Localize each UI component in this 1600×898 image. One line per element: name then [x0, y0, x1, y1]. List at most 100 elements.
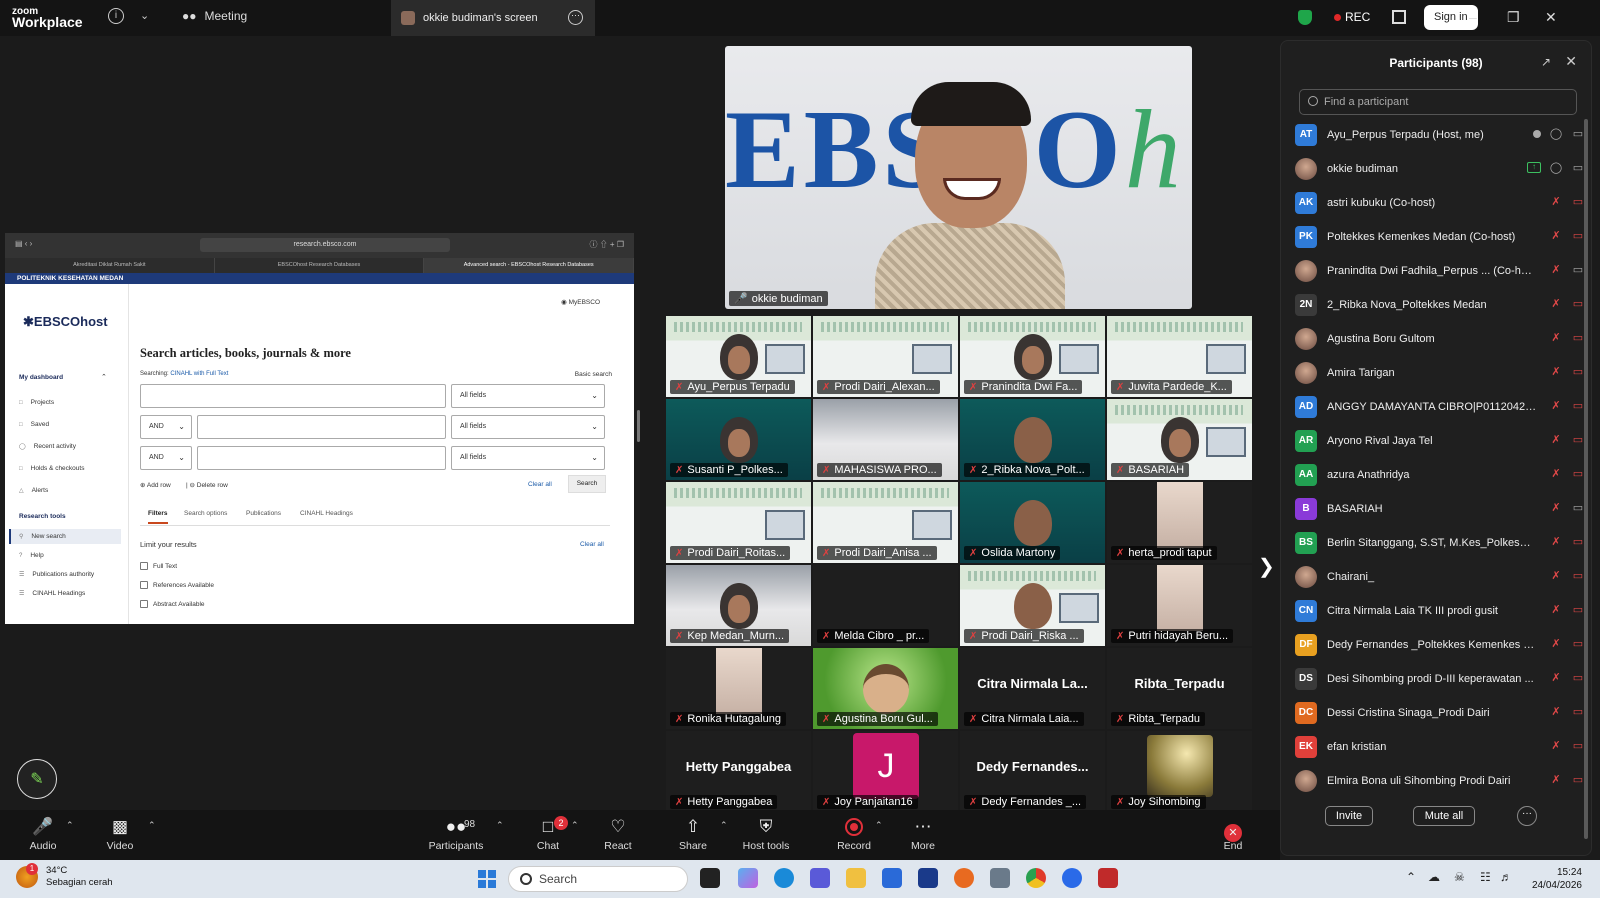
more-options-icon[interactable]: ···	[568, 10, 583, 25]
close-panel-icon[interactable]: ✕	[1565, 53, 1577, 70]
participants-scrollbar[interactable]	[1584, 119, 1588, 839]
screen-share-tab[interactable]: okkie budiman's screen ···	[391, 0, 595, 36]
video-tile[interactable]: ✗ Joy Sihombing	[1107, 731, 1252, 812]
volume-icon[interactable]: ♬	[1500, 870, 1512, 884]
video-tile[interactable]: ✗ Ronika Hutagalung	[666, 648, 811, 729]
video-tile[interactable]: ✗ herta_prodi taput	[1107, 482, 1252, 563]
app-icon[interactable]	[918, 868, 938, 888]
participant-row[interactable]: BS Berlin Sitanggang, S.ST, M.Kes_Polkesm…	[1295, 526, 1585, 560]
participant-row[interactable]: AA azura Anathridya ✗ ▭	[1295, 458, 1585, 492]
video-tile[interactable]: Ribta_Terpadu ✗ Ribta_Terpadu	[1107, 648, 1252, 729]
chat-caret-icon[interactable]: ⌃	[571, 820, 579, 831]
video-tile[interactable]: ✗ Kep Medan_Murn...	[666, 565, 811, 646]
audio-options-caret-icon[interactable]: ⌃	[66, 820, 74, 831]
minimize-icon[interactable]: –	[1469, 9, 1477, 25]
participant-row[interactable]: DS Desi Sihombing prodi D-III keperawatan…	[1295, 662, 1585, 696]
meeting-info-icon[interactable]: i	[108, 8, 124, 24]
firefox-icon[interactable]	[954, 868, 974, 888]
video-tile[interactable]: J ✗ Joy Panjaitan16	[813, 731, 958, 812]
video-tile[interactable]: Citra Nirmala La... ✗ Citra Nirmala Laia..…	[960, 648, 1105, 729]
video-tile[interactable]: ✗ Oslida Martony	[960, 482, 1105, 563]
video-tile[interactable]: ✗ Juwita Pardede_K...	[1107, 316, 1252, 397]
participant-search-input[interactable]: Find a participant	[1299, 89, 1577, 115]
windows-start-icon[interactable]	[478, 870, 496, 888]
file-explorer-icon[interactable]	[846, 868, 866, 888]
language-icon[interactable]: ☠	[1454, 870, 1465, 884]
restore-icon[interactable]: ❐	[1507, 9, 1520, 26]
participant-row[interactable]: AT Ayu_Perpus Terpadu (Host, me) ◯ ▭	[1295, 118, 1585, 152]
participants-button[interactable]: ●● 98 Participants	[424, 814, 488, 852]
task-view-icon[interactable]	[700, 868, 720, 888]
encryption-shield-icon[interactable]	[1298, 10, 1312, 25]
zoom-app-icon[interactable]	[1062, 868, 1082, 888]
active-speaker-video[interactable]: EBSCOh 🎤 okkie budiman	[725, 46, 1192, 309]
tray-chevron-icon[interactable]: ⌃	[1406, 870, 1416, 884]
participant-row[interactable]: okkie budiman ↑ ◯ ▭	[1295, 152, 1585, 186]
video-button[interactable]: ▩ Video	[88, 814, 152, 852]
weather-widget[interactable]: 1 34°C Sebagian cerah	[16, 863, 113, 889]
host-tools-button[interactable]: ⛨ Host tools	[734, 814, 798, 852]
chevron-down-icon[interactable]: ⌄	[140, 9, 149, 22]
view-layout-icon[interactable]	[1392, 10, 1406, 24]
recording-indicator[interactable]: REC	[1334, 10, 1370, 24]
edge-icon[interactable]	[774, 868, 794, 888]
teams-icon[interactable]	[810, 868, 830, 888]
participant-row[interactable]: AK astri kubuku (Co-host) ✗ ▭	[1295, 186, 1585, 220]
participant-row[interactable]: EK efan kristian ✗ ▭	[1295, 730, 1585, 764]
participant-row[interactable]: CN Citra Nirmala Laia TK III prodi gusit ✗…	[1295, 594, 1585, 628]
video-tile[interactable]: ✗ BASARIAH	[1107, 399, 1252, 480]
participants-caret-icon[interactable]: ⌃	[496, 820, 504, 831]
record-caret-icon[interactable]: ⌃	[875, 820, 883, 831]
participant-row[interactable]: Agustina Boru Gultom ✗ ▭	[1295, 322, 1585, 356]
video-tile[interactable]: ✗ Melda Cibro _ pr...	[813, 565, 958, 646]
react-button[interactable]: ♡ React	[586, 814, 650, 852]
participant-row[interactable]: AR Aryono Rival Jaya Tel ✗ ▭	[1295, 424, 1585, 458]
video-tile[interactable]: Dedy Fernandes... ✗ Dedy Fernandes _...	[960, 731, 1105, 812]
participant-row[interactable]: 2N 2_Ribka Nova_Poltekkes Medan ✗ ▭	[1295, 288, 1585, 322]
participant-row[interactable]: PK Poltekkes Kemenkes Medan (Co-host) ✗ ▭	[1295, 220, 1585, 254]
camera-icon[interactable]	[990, 868, 1010, 888]
end-button[interactable]: ✕ End	[1201, 814, 1265, 852]
participant-row[interactable]: Pranindita Dwi Fadhila_Perpus ... (Co-ho…	[1295, 254, 1585, 288]
cloud-icon[interactable]: ☁	[1428, 870, 1440, 884]
participant-row[interactable]: DC Dessi Cristina Sinaga_Prodi Dairi ✗ ▭	[1295, 696, 1585, 730]
snipping-tool-icon[interactable]	[1098, 868, 1118, 888]
video-options-caret-icon[interactable]: ⌃	[148, 820, 156, 831]
split-view-handle[interactable]	[637, 410, 640, 442]
taskbar-search-input[interactable]: Search	[508, 866, 688, 892]
video-tile[interactable]: ✗ Prodi Dairi_Riska ...	[960, 565, 1105, 646]
participant-row[interactable]: DF Dedy Fernandes _Poltekkes Kemenkes M..…	[1295, 628, 1585, 662]
video-tile[interactable]: ✗ Susanti P_Polkes...	[666, 399, 811, 480]
more-options-icon[interactable]: ···	[1517, 806, 1537, 826]
close-window-icon[interactable]: ✕	[1545, 9, 1557, 26]
store-icon[interactable]	[882, 868, 902, 888]
video-tile[interactable]: ✗ Prodi Dairi_Anisa ...	[813, 482, 958, 563]
popout-icon[interactable]: ↗	[1541, 55, 1551, 69]
more-button[interactable]: ⋯ More	[891, 814, 955, 852]
participant-row[interactable]: AD ANGGY DAMAYANTA CIBRO|P011204240... ✗ ▭	[1295, 390, 1585, 424]
copilot-icon[interactable]	[738, 868, 758, 888]
annotate-pencil-icon[interactable]: ✎	[17, 759, 57, 799]
meeting-tab[interactable]: ●● Meeting	[182, 9, 247, 23]
video-tile[interactable]: ✗ MAHASISWA PRO...	[813, 399, 958, 480]
video-tile[interactable]: ✗ Prodi Dairi_Roitas...	[666, 482, 811, 563]
participant-row[interactable]: Amira Tarigan ✗ ▭	[1295, 356, 1585, 390]
video-tile[interactable]: ✗ Pranindita Dwi Fa...	[960, 316, 1105, 397]
participant-row[interactable]: Elmira Bona uli Sihombing Prodi Dairi ✗ ▭	[1295, 764, 1585, 798]
invite-button[interactable]: Invite	[1325, 806, 1373, 826]
video-tile[interactable]: ✗ Putri hidayah Beru...	[1107, 565, 1252, 646]
video-tile[interactable]: ✗ Ayu_Perpus Terpadu	[666, 316, 811, 397]
participant-row[interactable]: B BASARIAH ✗ ▭	[1295, 492, 1585, 526]
video-tile[interactable]: Hetty Panggabea ✗ Hetty Panggabea	[666, 731, 811, 812]
share-button[interactable]: ⇧ Share	[661, 814, 725, 852]
chrome-icon[interactable]	[1026, 868, 1046, 888]
system-clock[interactable]: 15:24 24/04/2026	[1522, 866, 1582, 892]
participant-row[interactable]: Chairani_ ✗ ▭	[1295, 560, 1585, 594]
video-tile[interactable]: ✗ 2_Ribka Nova_Polt...	[960, 399, 1105, 480]
shared-screen[interactable]: ▤ ‹ › research.ebsco.com ⓘ ⇧ + ❐ Akredit…	[5, 233, 634, 624]
wifi-icon[interactable]: ☷	[1480, 870, 1491, 884]
video-tile[interactable]: ✗ Agustina Boru Gul...	[813, 648, 958, 729]
mute-all-button[interactable]: Mute all	[1413, 806, 1475, 826]
video-tile[interactable]: ✗ Prodi Dairi_Alexan...	[813, 316, 958, 397]
gallery-next-icon[interactable]: ❯	[1258, 554, 1275, 579]
